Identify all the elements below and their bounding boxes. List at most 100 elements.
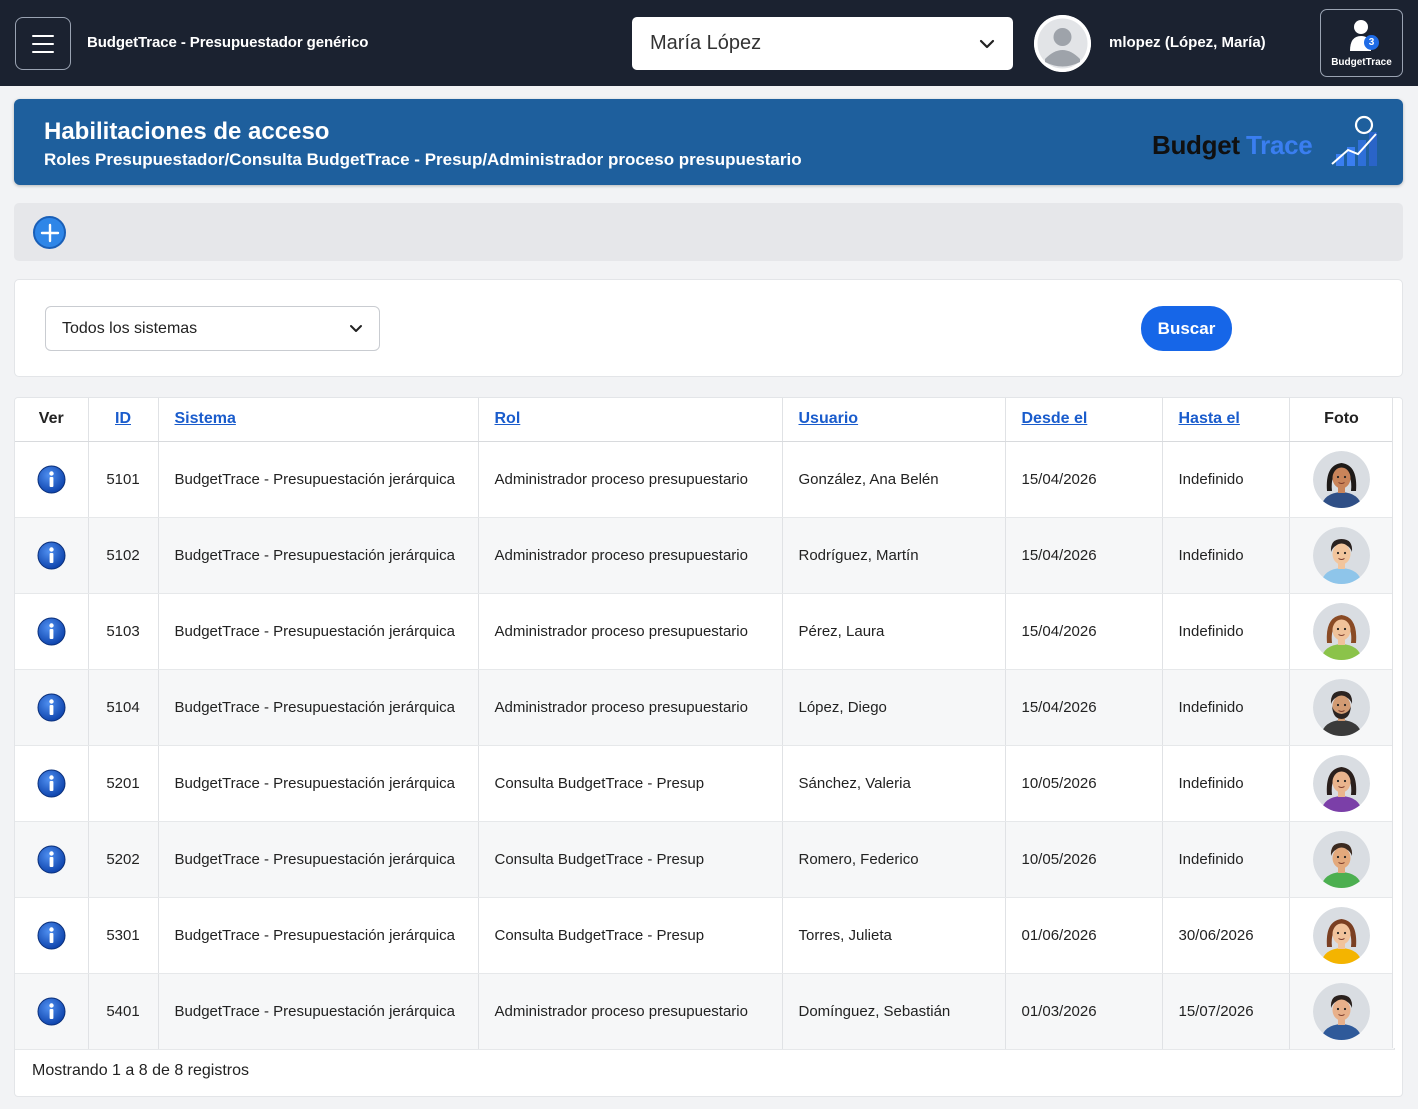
view-cell [15,821,89,898]
access-table-panel: Ver ID Sistema Rol Usuario Desde el Hast… [14,397,1403,1097]
user-photo-avatar [1313,906,1370,964]
desde-cell: 15/04/2026 [1005,517,1163,594]
desde-cell: 01/06/2026 [1005,897,1163,974]
hamburger-menu-button[interactable] [15,17,71,70]
sort-hasta-link[interactable]: Hasta el [1179,410,1240,427]
rol-cell: Consulta BudgetTrace - Presup [478,821,783,898]
hasta-cell: Indefinido [1162,821,1290,898]
desde-cell: 15/04/2026 [1005,669,1163,746]
foto-cell [1289,745,1395,822]
app-title: BudgetTrace - Presupuestador genérico [87,34,369,51]
id-cell: 5401 [88,973,159,1050]
user-photo-avatar [1313,450,1370,508]
info-icon[interactable] [37,541,66,570]
rol-cell: Consulta BudgetTrace - Presup [478,745,783,822]
user-avatar[interactable] [1034,15,1091,72]
table-row: 5201 BudgetTrace - Presupuestación jerárq… [15,745,1395,822]
sistema-cell: BudgetTrace - Presupuestación jerárquica [158,897,479,974]
column-header-usuario[interactable]: Usuario [782,398,1006,442]
view-cell [15,593,89,670]
sistema-cell: BudgetTrace - Presupuestación jerárquica [158,517,479,594]
logo-chart-icon [1331,115,1377,166]
chevron-down-icon [979,39,995,48]
sort-desde-link[interactable]: Desde el [1022,410,1088,427]
budgettrace-logo: Budget Trace [1152,114,1382,170]
column-header-foto: Foto [1289,398,1395,442]
sort-id-link[interactable]: ID [115,410,131,427]
filter-panel: Todos los sistemas Buscar [14,279,1403,377]
page-title: Habilitaciones de acceso [44,118,330,145]
sort-sistema-link[interactable]: Sistema [175,410,236,427]
id-cell: 5101 [88,441,159,518]
column-header-desde[interactable]: Desde el [1005,398,1163,442]
hasta-cell: Indefinido [1162,669,1290,746]
desde-cell: 15/04/2026 [1005,441,1163,518]
column-header-hasta[interactable]: Hasta el [1162,398,1290,442]
foto-cell [1289,973,1395,1050]
foto-cell [1289,669,1395,746]
sistema-cell: BudgetTrace - Presupuestación jerárquica [158,441,479,518]
foto-cell [1289,441,1395,518]
add-button[interactable] [33,216,66,249]
user-name-label: mlopez (López, María) [1109,34,1266,51]
system-filter-select[interactable]: Todos los sistemas [45,306,380,351]
plus-icon [40,223,59,242]
rol-cell: Administrador proceso presupuestario [478,593,783,670]
table-row: 5101 BudgetTrace - Presupuestación jerárq… [15,441,1395,518]
desde-cell: 10/05/2026 [1005,745,1163,822]
info-icon[interactable] [37,845,66,874]
id-cell: 5102 [88,517,159,594]
search-button[interactable]: Buscar [1141,306,1232,351]
table-row: 5301 BudgetTrace - Presupuestación jerárq… [15,897,1395,974]
sistema-cell: BudgetTrace - Presupuestación jerárquica [158,745,479,822]
info-icon[interactable] [37,693,66,722]
column-header-sistema[interactable]: Sistema [158,398,479,442]
budgettrace-apps-button[interactable]: 3 BudgetTrace [1320,9,1403,77]
foto-cell [1289,517,1395,594]
rol-cell: Administrador proceso presupuestario [478,669,783,746]
user-photo-avatar [1313,678,1370,736]
usuario-cell: Pérez, Laura [782,593,1006,670]
info-icon[interactable] [37,997,66,1026]
usuario-cell: González, Ana Belén [782,441,1006,518]
column-header-ver: Ver [15,398,89,442]
table-row: 5102 BudgetTrace - Presupuestación jerárq… [15,517,1395,594]
desde-cell: 01/03/2026 [1005,973,1163,1050]
info-icon[interactable] [37,465,66,494]
info-icon[interactable] [37,769,66,798]
hasta-cell: Indefinido [1162,593,1290,670]
view-cell [15,441,89,518]
sistema-cell: BudgetTrace - Presupuestación jerárquica [158,593,479,670]
table-row: 5104 BudgetTrace - Presupuestación jerárq… [15,669,1395,746]
table-row: 5103 BudgetTrace - Presupuestación jerárq… [15,593,1395,670]
column-header-rol[interactable]: Rol [478,398,783,442]
sort-rol-link[interactable]: Rol [495,410,521,427]
id-cell: 5301 [88,897,159,974]
usuario-cell: Torres, Julieta [782,897,1006,974]
hasta-cell: Indefinido [1162,517,1290,594]
info-icon[interactable] [37,617,66,646]
foto-cell [1289,593,1395,670]
id-cell: 5202 [88,821,159,898]
top-bar: BudgetTrace - Presupuestador genérico Ma… [0,0,1418,86]
person-select[interactable]: María López [632,17,1013,70]
rol-cell: Administrador proceso presupuestario [478,973,783,1050]
sort-usuario-link[interactable]: Usuario [799,410,859,427]
user-photo-avatar [1313,982,1370,1040]
chevron-down-icon [350,325,362,332]
rol-cell: Consulta BudgetTrace - Presup [478,897,783,974]
logo-text-trace: Trace [1246,130,1313,160]
view-cell [15,745,89,822]
view-cell [15,669,89,746]
logo-text-budget: Budget [1152,130,1240,160]
hasta-cell: Indefinido [1162,745,1290,822]
table-row: 5202 BudgetTrace - Presupuestación jerárq… [15,821,1395,898]
usuario-cell: Sánchez, Valeria [782,745,1006,822]
table-scroll-gutter [1392,398,1402,1048]
user-photo-avatar [1313,754,1370,812]
column-header-id[interactable]: ID [88,398,159,442]
pagination-info: Mostrando 1 a 8 de 8 registros [32,1062,250,1079]
user-photo-avatar [1313,830,1370,888]
user-avatar-icon [1034,15,1091,72]
info-icon[interactable] [37,921,66,950]
